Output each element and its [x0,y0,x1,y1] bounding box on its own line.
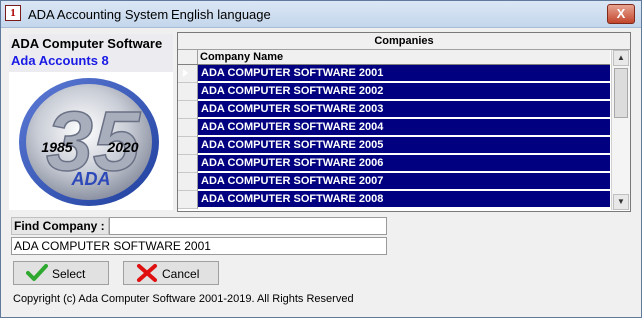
vertical-scrollbar[interactable]: ▲ ▼ [611,50,630,210]
cancel-button-label: Cancel [162,267,200,281]
table-row[interactable]: ADA COMPUTER SOFTWARE 2005 [178,137,610,155]
row-indicator [178,137,198,155]
scroll-up-icon[interactable]: ▲ [613,50,629,66]
company-name-cell[interactable]: ADA COMPUTER SOFTWARE 2006 [198,155,610,172]
column-header-company-name[interactable]: Company Name [200,51,283,63]
table-row[interactable]: ADA COMPUTER SOFTWARE 2004 [178,119,610,137]
product-name: Ada Accounts 8 [11,53,109,68]
company-name-cell[interactable]: ADA COMPUTER SOFTWARE 2005 [198,137,610,154]
company-name-cell[interactable]: ADA COMPUTER SOFTWARE 2003 [198,101,610,118]
table-row[interactable]: ADA COMPUTER SOFTWARE 2001 [178,65,610,83]
anniversary-logo: 35 1985 2020 ADA [9,72,173,210]
logo-year-end: 2020 [106,139,138,155]
row-indicator [178,119,198,137]
company-name-cell[interactable]: ADA COMPUTER SOFTWARE 2001 [198,65,610,82]
select-button[interactable]: Select [13,261,109,285]
logo-year-start: 1985 [41,139,72,155]
company-name-cell[interactable]: ADA COMPUTER SOFTWARE 2008 [198,191,610,208]
red-x-icon [137,264,157,282]
selected-company-field[interactable]: ADA COMPUTER SOFTWARE 2001 [11,237,387,255]
row-indicator [178,83,198,101]
row-indicator [178,191,198,209]
row-indicator [178,65,198,83]
app-window: 1 ADA Accounting System English language… [0,0,642,318]
table-row[interactable]: ADA COMPUTER SOFTWARE 2007 [178,173,610,191]
table-row[interactable]: ADA COMPUTER SOFTWARE 2003 [178,101,610,119]
company-brand-name: ADA Computer Software [11,36,163,51]
row-indicator [178,101,198,119]
company-rows: ADA COMPUTER SOFTWARE 2001 ADA COMPUTER … [178,65,610,209]
brand-panel: ADA Computer Software Ada Accounts 8 35 … [9,34,173,210]
row-indicator [178,173,198,191]
companies-grid: Companies Company Name ADA COMPUTER SOFT… [177,32,631,212]
table-row[interactable]: ADA COMPUTER SOFTWARE 2002 [178,83,610,101]
find-company-input[interactable] [109,217,387,235]
company-name-cell[interactable]: ADA COMPUTER SOFTWARE 2007 [198,173,610,190]
select-button-label: Select [52,267,86,281]
close-button[interactable]: X [607,4,635,24]
row-selector-header [178,50,198,64]
app-icon: 1 [5,5,21,21]
anniversary-logo-icon: 35 1985 2020 ADA [19,78,159,206]
logo-caption: ADA [71,169,111,189]
title-bar: 1 ADA Accounting System English language… [1,1,641,28]
company-name-cell[interactable]: ADA COMPUTER SOFTWARE 2002 [198,83,610,100]
table-row[interactable]: ADA COMPUTER SOFTWARE 2008 [178,191,610,209]
find-company-label: Find Company : [11,217,109,235]
window-title: ADA Accounting System [28,7,169,22]
checkmark-icon [26,264,48,281]
language-label: English language [171,7,271,22]
cancel-button[interactable]: Cancel [123,261,219,285]
scroll-down-icon[interactable]: ▼ [613,194,629,210]
scrollbar-thumb[interactable] [614,68,628,118]
row-indicator [178,155,198,173]
table-row[interactable]: ADA COMPUTER SOFTWARE 2006 [178,155,610,173]
current-row-arrow-icon [183,69,188,77]
copyright-notice: Copyright (c) Ada Computer Software 2001… [13,293,354,305]
grid-header: Company Name [178,50,610,65]
companies-caption: Companies [178,33,630,50]
company-name-cell[interactable]: ADA COMPUTER SOFTWARE 2004 [198,119,610,136]
